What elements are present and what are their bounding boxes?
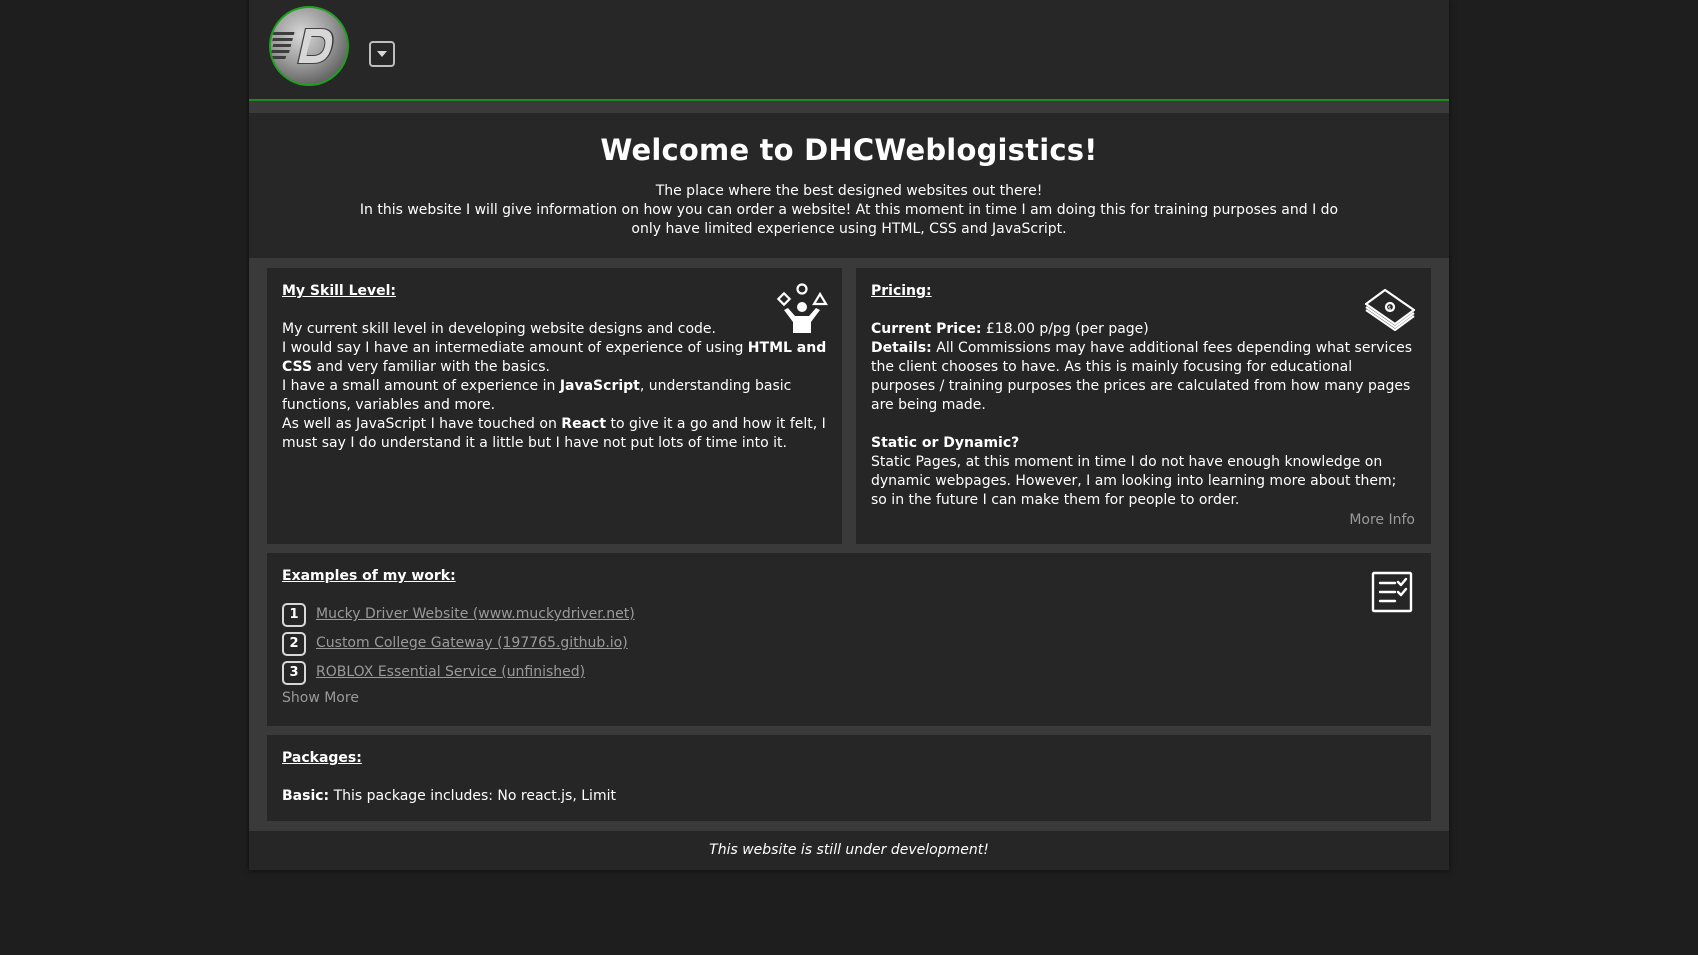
skill-level-card: My Skill Level: My current skill level i… <box>267 268 842 544</box>
example-item: 1 Mucky Driver Website (www.muckydriver.… <box>282 600 1416 629</box>
price-label: Current Price: <box>871 321 982 337</box>
example-item: 2 Custom College Gateway (197765.github.… <box>282 629 1416 658</box>
logo-d-icon <box>271 28 334 64</box>
svg-text:$: $ <box>1388 305 1392 312</box>
packages-text: Basic: This package includes: No react.j… <box>282 787 1416 806</box>
skill-paragraph-2a: I would say I have an intermediate amoun… <box>282 340 748 356</box>
skill-level-title: My Skill Level: <box>282 283 397 299</box>
example-item: 3 ROBLOX Essential Service (unfinished) <box>282 658 1416 687</box>
checklist-icon <box>1371 571 1413 613</box>
skill-paragraph-1: My current skill level in developing web… <box>282 321 716 337</box>
packages-title: Packages: <box>282 750 362 766</box>
details-label: Details: <box>871 340 932 356</box>
intro-text: The place where the best designed websit… <box>359 182 1339 239</box>
basic-package-label: Basic: <box>282 788 330 804</box>
skill-react: React <box>561 416 607 432</box>
examples-title: Examples of my work: <box>282 568 456 584</box>
price-value: £18.00 p/pg (per page) <box>981 321 1149 337</box>
skill-level-text: My current skill level in developing web… <box>282 320 827 453</box>
skill-paragraph-2c: and very familiar with the basics. <box>312 359 550 375</box>
skill-javascript: JavaScript <box>559 378 640 394</box>
static-dynamic-title: Static or Dynamic? <box>871 435 1020 451</box>
basic-package-value: This package includes: No react.js, Limi… <box>329 788 616 804</box>
example-number: 3 <box>282 660 306 685</box>
menu-dropdown-button[interactable] <box>369 41 395 67</box>
site-header <box>249 0 1449 101</box>
details-value: All Commissions may have additional fees… <box>871 340 1412 413</box>
pricing-title: Pricing: <box>871 283 932 299</box>
juggler-icon <box>776 283 828 333</box>
site-logo[interactable] <box>269 6 349 86</box>
example-link-1[interactable]: Mucky Driver Website (www.muckydriver.ne… <box>316 605 635 624</box>
example-link-2[interactable]: Custom College Gateway (197765.github.io… <box>316 634 628 653</box>
footer-text: This website is still under development! <box>709 842 989 858</box>
pricing-card: Pricing: Current Price: £18.00 p/pg (per… <box>856 268 1431 544</box>
site-footer: This website is still under development! <box>249 831 1449 870</box>
page-container: Welcome to DHCWeblogistics! The place wh… <box>249 0 1449 870</box>
intro-line-2: In this website I will give information … <box>359 202 1339 237</box>
welcome-section: Welcome to DHCWeblogistics! The place wh… <box>249 113 1449 258</box>
more-info-link[interactable]: More Info <box>1349 511 1415 530</box>
examples-card: Examples of my work: 1 Mucky Driver Webs… <box>267 553 1431 726</box>
example-number: 1 <box>282 602 306 627</box>
pricing-text: Current Price: £18.00 p/pg (per page) De… <box>871 320 1416 510</box>
page-title: Welcome to DHCWeblogistics! <box>600 133 1098 167</box>
show-more-link[interactable]: Show More <box>282 689 359 708</box>
skill-paragraph-3a: I have a small amount of experience in <box>282 378 560 394</box>
skill-paragraph-4a: As well as JavaScript I have touched on <box>282 416 562 432</box>
money-stack-icon: $ <box>1364 288 1416 332</box>
example-link-3[interactable]: ROBLOX Essential Service (unfinished) <box>316 663 585 682</box>
example-number: 2 <box>282 631 306 656</box>
examples-list: 1 Mucky Driver Website (www.muckydriver.… <box>282 600 1416 687</box>
packages-card: Packages: Basic: This package includes: … <box>267 735 1431 821</box>
intro-line-1: The place where the best designed websit… <box>655 183 1043 199</box>
static-dynamic-text: Static Pages, at this moment in time I d… <box>871 454 1397 508</box>
